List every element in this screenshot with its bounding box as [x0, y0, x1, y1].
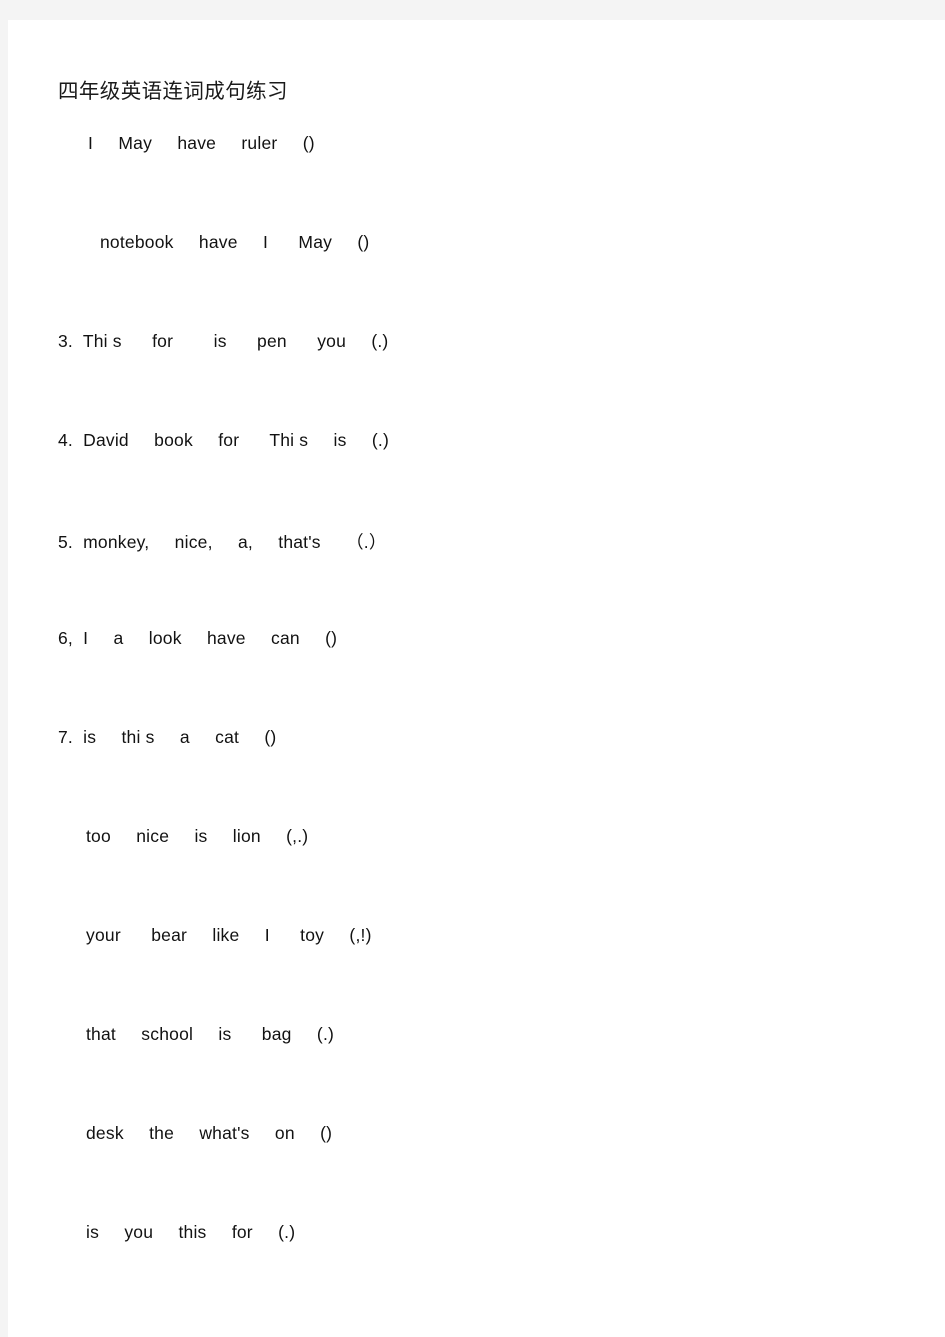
exercise-words-punct-gap	[277, 133, 302, 153]
exercise-punctuation: (,!)	[349, 925, 372, 945]
exercise-punctuation: ()	[264, 727, 277, 747]
exercise-words-punct-gap	[321, 532, 346, 552]
exercise-punctuation: (.)	[371, 430, 390, 450]
exercise-words: David book for Thi s is	[83, 430, 347, 450]
exercise-words-punct-gap	[300, 628, 325, 648]
exercise-words-punct-gap	[295, 1123, 320, 1143]
exercise-number: 5.	[58, 532, 73, 552]
exercise-words: I May have ruler	[88, 133, 278, 153]
exercise-number-gap	[73, 727, 83, 747]
document-sheet: 四年级英语连词成句练习 I May have ruler () notebook …	[8, 20, 945, 1337]
exercise-punctuation: ()	[325, 628, 338, 648]
exercise-line: 5. monkey, nice, a, that's （.）	[58, 529, 387, 554]
exercise-line: that school is bag (.)	[86, 1024, 334, 1045]
exercise-line: desk the what's on ()	[86, 1123, 332, 1144]
exercise-line: is you this for (.)	[86, 1222, 295, 1243]
exercise-punctuation: (.)	[278, 1222, 296, 1242]
page-top-margin-band	[0, 0, 945, 20]
exercise-number-gap	[73, 532, 83, 552]
exercise-words: notebook have I May	[100, 232, 333, 252]
exercise-line: notebook have I May ()	[100, 232, 369, 253]
exercise-punctuation: (.)	[316, 1024, 335, 1044]
exercise-punctuation: (.)	[371, 331, 389, 351]
exercise-punctuation: (,.)	[286, 826, 309, 846]
exercise-words-punct-gap	[346, 331, 371, 351]
exercise-number-gap	[73, 331, 83, 351]
exercise-number: 3.	[58, 331, 73, 351]
exercise-words-punct-gap	[347, 430, 372, 450]
exercise-words-punct-gap	[324, 925, 349, 945]
exercise-words: desk the what's on	[86, 1123, 295, 1143]
exercise-line: 7. is thi s a cat ()	[58, 727, 276, 748]
exercise-words: your bear like I toy	[86, 925, 325, 945]
exercise-punctuation: （.）	[346, 532, 387, 552]
exercise-words: is thi s a cat	[83, 727, 240, 747]
exercise-line: 4. David book for Thi s is (.)	[58, 430, 389, 451]
document-page: { "document": { "title": "四年级英语连词成句练习", …	[0, 0, 945, 1337]
exercise-number: 4.	[58, 430, 73, 450]
exercise-words-punct-gap	[261, 826, 286, 846]
exercise-punctuation: ()	[357, 232, 370, 252]
exercise-words-punct-gap	[239, 727, 264, 747]
exercise-words: that school is bag	[86, 1024, 292, 1044]
page-title: 四年级英语连词成句练习	[58, 79, 288, 103]
exercise-punctuation: ()	[302, 133, 315, 153]
exercise-words: Thi s for is pen you	[82, 331, 347, 351]
exercise-line: 3. Thi s for is pen you (.)	[58, 331, 388, 352]
exercise-number: 6,	[58, 628, 73, 648]
exercise-words: is you this for	[86, 1222, 253, 1242]
exercise-words-punct-gap	[332, 232, 357, 252]
page-left-margin-band	[0, 0, 8, 1337]
exercise-words-punct-gap	[292, 1024, 317, 1044]
exercise-line: 6, I a look have can ()	[58, 628, 337, 649]
exercise-words: monkey, nice, a, that's	[83, 532, 321, 552]
exercise-punctuation: ()	[320, 1123, 333, 1143]
exercise-number-gap	[73, 628, 83, 648]
exercise-number: 7.	[58, 727, 73, 747]
exercise-words-punct-gap	[253, 1222, 278, 1242]
exercise-line: I May have ruler ()	[88, 133, 315, 154]
exercise-line: your bear like I toy (,!)	[86, 925, 372, 946]
exercise-words: I a look have can	[83, 628, 300, 648]
exercise-words: too nice is lion	[86, 826, 261, 846]
exercise-number-gap	[73, 430, 83, 450]
exercise-line: too nice is lion (,.)	[86, 826, 308, 847]
